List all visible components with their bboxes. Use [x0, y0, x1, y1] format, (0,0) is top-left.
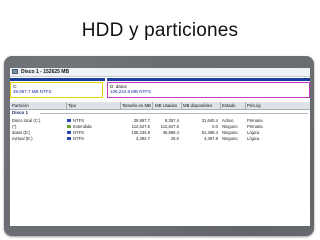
cell-usados: 112,627.6 [160, 124, 179, 129]
partition-d-size: 108,234.8 MB NTFS [110, 89, 152, 94]
column-divider[interactable] [245, 102, 246, 109]
cell-tamano: 112,627.6 [131, 124, 150, 129]
cell-estado: Ninguno [222, 124, 238, 129]
partition-c-size: 39,997.7 MB NTFS [13, 89, 52, 94]
partition-manager-window: Disco 1 - 152625 MB C: 39,997.7 MB NTFS … [10, 68, 310, 226]
cell-disponibles: 4,367.8 [204, 136, 218, 141]
partition-list: Partición Tipo Tamaño en MB MB Usados MB… [10, 102, 310, 226]
column-divider[interactable] [220, 102, 221, 109]
column-divider[interactable] [66, 102, 67, 109]
table-row[interactable]: (*) Extendida 112,627.6 112,627.6 0.0 Ni… [10, 124, 310, 129]
disk-header: Disco 1 - 152625 MB [10, 68, 310, 77]
column-usados[interactable]: MB Usados [155, 102, 177, 109]
cell-tamano: 108,234.8 [131, 130, 150, 135]
group-divider [40, 113, 308, 114]
table-row[interactable]: nvrtual (E:) NTFS 4,392.7 25.0 4,367.8 N… [10, 136, 310, 141]
cell-particion: Disco local (C:) [12, 118, 41, 123]
cell-tipo: Extendida [73, 124, 92, 129]
partition-color-icon [67, 131, 71, 134]
cell-disponibles: 0.0 [212, 124, 218, 129]
cell-particion: (*) [12, 124, 17, 129]
partition-color-icon [67, 119, 71, 122]
cell-usados: 25.0 [170, 136, 179, 141]
table-row[interactable]: datos (D:) NTFS 108,234.8 46,866.4 61,36… [10, 130, 310, 135]
cell-estado: Ninguno [222, 130, 238, 135]
column-particion[interactable]: Partición [12, 102, 29, 109]
slide-title: HDD y particiones [81, 20, 239, 41]
partition-d-usage-bar [107, 78, 310, 81]
cell-disponibles: 31,640.4 [201, 118, 218, 123]
cell-usados: 46,866.4 [162, 130, 179, 135]
cell-prilog: Primaria [247, 118, 263, 123]
cell-prilog: Lógica [247, 136, 260, 141]
cell-tamano: 4,392.7 [136, 136, 150, 141]
cell-particion: datos (D:) [12, 130, 31, 135]
cell-disponibles: 61,368.4 [201, 130, 218, 135]
cell-estado: Activo [222, 118, 234, 123]
table-row[interactable]: Disco local (C:) NTFS 39,997.7 8,357.4 3… [10, 118, 310, 123]
disk-group-header: Disco 1 [10, 110, 310, 116]
cell-particion: nvrtual (E:) [12, 136, 33, 141]
column-estado[interactable]: Estado [222, 102, 235, 109]
cell-estado: Ninguno [222, 136, 238, 141]
cell-tamano: 39,997.7 [133, 118, 150, 123]
column-header: Partición Tipo Tamaño en MB MB Usados MB… [10, 102, 310, 110]
partition-color-icon [67, 125, 71, 128]
disk-title: Disco 1 - 152625 MB [21, 69, 70, 75]
column-divider[interactable] [152, 102, 153, 109]
partition-block-d[interactable]: D: datos 108,234.8 MB NTFS [107, 82, 310, 98]
cell-tipo: NTFS [73, 136, 84, 141]
cell-tipo: NTFS [73, 118, 84, 123]
partition-c-usage-bar [10, 78, 105, 81]
column-disponibles[interactable]: MB disponibles [183, 102, 212, 109]
column-tipo[interactable]: Tipo [68, 102, 76, 109]
column-prilog[interactable]: Pri/Lóg [247, 102, 261, 109]
cell-tipo: NTFS [73, 130, 84, 135]
slide: HDD y particiones Disco 1 - 152625 MB C:… [0, 0, 320, 240]
disk-icon [12, 69, 18, 74]
column-divider[interactable] [181, 102, 182, 109]
column-tamano[interactable]: Tamaño en MB [122, 102, 151, 109]
partition-color-icon [67, 137, 71, 140]
partition-block-c[interactable]: C: 39,997.7 MB NTFS [10, 82, 103, 98]
cell-usados: 8,357.4 [165, 118, 179, 123]
partition-map: C: 39,997.7 MB NTFS D: datos 108,234.8 M… [10, 78, 310, 100]
cell-prilog: Lógica [247, 130, 260, 135]
column-divider[interactable] [120, 102, 121, 109]
cell-prilog: Primaria [247, 124, 263, 129]
disk-group-label: Disco 1 [12, 110, 29, 115]
